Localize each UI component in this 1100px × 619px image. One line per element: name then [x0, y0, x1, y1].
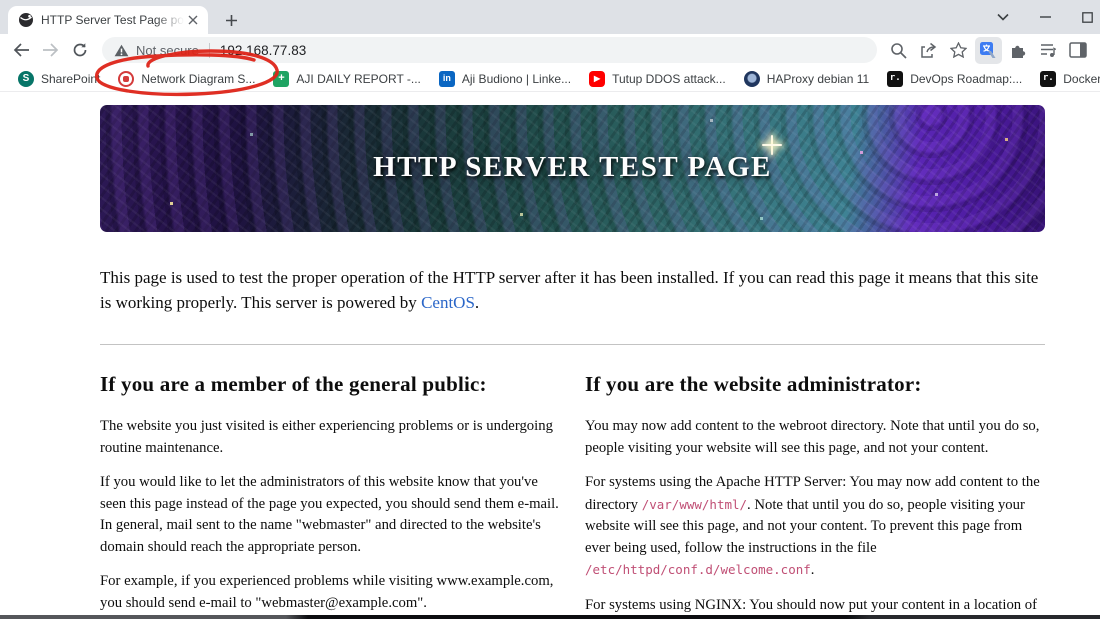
address-bar[interactable]: Not secure 192.168.77.83 [102, 37, 877, 63]
globe-favicon-icon [19, 13, 33, 27]
bookmark-youtube-ddos[interactable]: ▶ Tutup DDOS attack... [580, 68, 735, 90]
forward-button[interactable] [37, 37, 64, 64]
tab-strip: HTTP Server Test Page powered [0, 0, 1100, 34]
admin-paragraph-1: You may now add content to the webroot d… [585, 418, 1040, 456]
bookmarks-bar: S SharePoint Network Diagram S... + AJI … [0, 66, 1100, 92]
new-tab-button[interactable] [218, 7, 244, 33]
youtube-icon: ▶ [589, 70, 606, 87]
page-title: HTTP SERVER TEST PAGE [373, 150, 772, 183]
taskbar-edge [0, 615, 1100, 619]
public-paragraph-3: For example, if you experienced problems… [100, 573, 554, 611]
public-heading: If you are a member of the general publi… [100, 372, 487, 396]
maximize-button[interactable] [1066, 0, 1100, 34]
search-icon[interactable] [885, 37, 912, 64]
spreadsheet-icon: + [273, 70, 290, 87]
haproxy-icon [743, 70, 760, 87]
banner-image: HTTP SERVER TEST PAGE [100, 105, 1045, 232]
sharepoint-icon: S [18, 70, 34, 87]
admin-paragraph-2: For systems using the Apache HTTP Server… [585, 474, 1040, 578]
media-playlist-icon[interactable] [1035, 37, 1062, 64]
minimize-button[interactable] [1024, 0, 1066, 34]
bookmark-aji-daily-report[interactable]: + AJI DAILY REPORT -... [264, 68, 429, 90]
extensions-puzzle-icon[interactable] [1005, 37, 1032, 64]
roadmap-icon: r. [887, 70, 904, 87]
security-chip[interactable]: Not secure [114, 43, 199, 58]
tab-title: HTTP Server Test Page powered [41, 13, 184, 27]
bookmark-network-diagram[interactable]: Network Diagram S... [109, 68, 264, 90]
centos-link[interactable]: CentOS [421, 293, 475, 312]
side-panel-icon[interactable] [1065, 37, 1092, 64]
general-public-column: If you are a member of the general publi… [100, 372, 560, 619]
code-welcome-conf: /etc/httpd/conf.d/welcome.conf [585, 562, 811, 577]
public-paragraph-1: The website you just visited is either e… [100, 418, 553, 456]
diagram-site-icon [118, 70, 135, 87]
google-translate-icon[interactable] [974, 36, 1002, 64]
window-controls [982, 0, 1100, 34]
tab-close-icon[interactable] [184, 11, 202, 29]
content-divider [100, 344, 1045, 345]
bookmark-devops-roadmap[interactable]: r. DevOps Roadmap:... [878, 68, 1031, 90]
linkedin-icon: in [438, 70, 455, 87]
browser-toolbar: Not secure 192.168.77.83 [0, 34, 1100, 97]
admin-heading: If you are the website administrator: [585, 372, 922, 396]
bookmark-linkedin[interactable]: in Aji Budiono | Linke... [430, 68, 580, 90]
url-text: 192.168.77.83 [219, 42, 307, 58]
not-secure-warning-icon [114, 44, 129, 56]
intro-paragraph: This page is used to test the proper ope… [100, 268, 1039, 312]
back-button[interactable] [8, 37, 35, 64]
roadmap-icon: r. [1040, 70, 1057, 87]
browser-tab[interactable]: HTTP Server Test Page powered [8, 6, 208, 34]
reload-button[interactable] [66, 37, 93, 64]
bookmark-sharepoint[interactable]: S SharePoint [9, 68, 109, 90]
bookmark-star-icon[interactable] [945, 37, 972, 64]
code-var-www-html: /var/www/html/ [641, 496, 748, 512]
share-icon[interactable] [915, 37, 942, 64]
bookmark-haproxy[interactable]: HAProxy debian 11 [735, 68, 879, 90]
administrator-column: If you are the website administrator: Yo… [585, 372, 1045, 619]
public-paragraph-2: If you would like to let the administrat… [100, 474, 559, 555]
browser-window: HTTP Server Test Page powered [0, 0, 1100, 619]
bookmark-docker-roadmap[interactable]: r. Docker Roadmap -... [1031, 68, 1100, 90]
sparkle-specks [100, 105, 103, 108]
omnibox-separator [208, 42, 210, 58]
tab-search-chevron-icon[interactable] [982, 0, 1024, 34]
web-page: HTTP SERVER TEST PAGE This page is used … [0, 92, 1100, 619]
security-label: Not secure [136, 42, 199, 58]
